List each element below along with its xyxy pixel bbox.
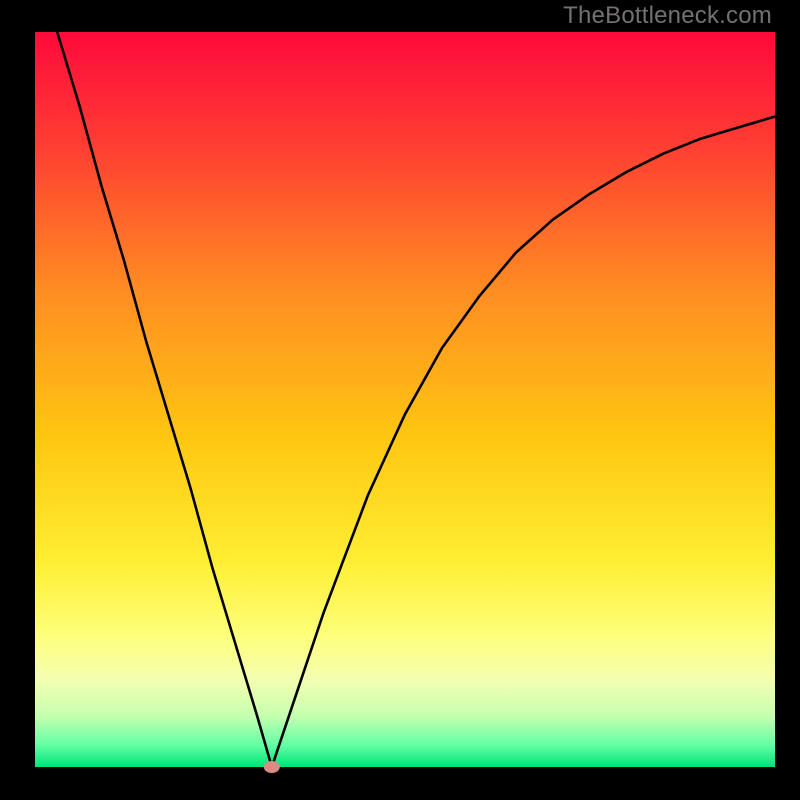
gradient-background bbox=[35, 32, 775, 767]
watermark-text: TheBottleneck.com bbox=[563, 2, 772, 30]
chart-container: TheBottleneck.com bbox=[0, 0, 800, 800]
chart-svg bbox=[0, 0, 800, 800]
minimum-marker bbox=[264, 761, 280, 773]
